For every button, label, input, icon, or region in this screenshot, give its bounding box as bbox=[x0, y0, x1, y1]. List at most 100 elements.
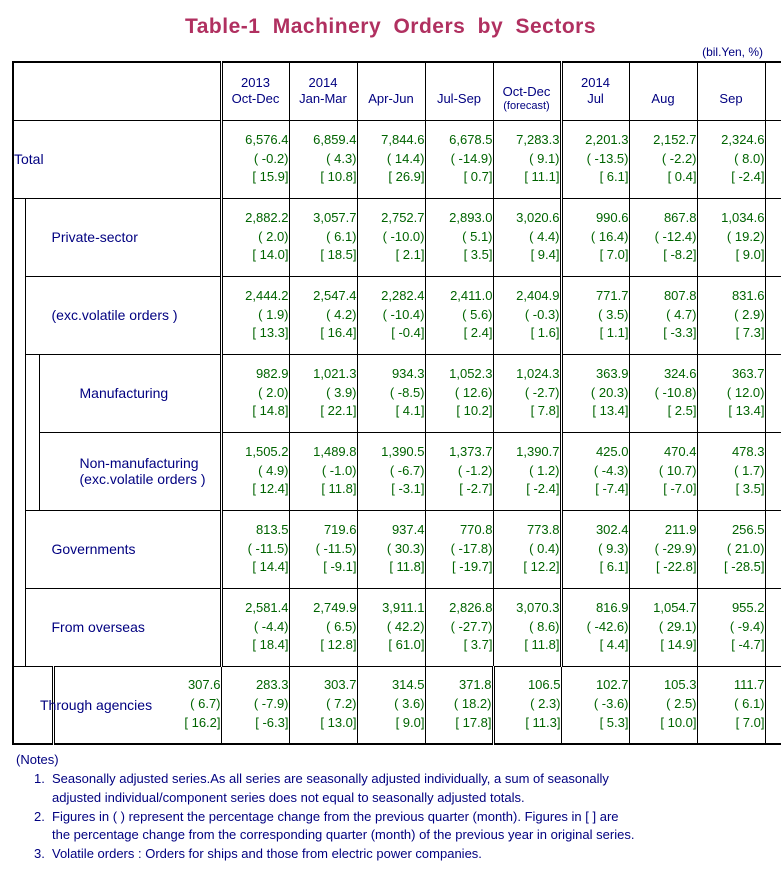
cell-qoq: ( 2.5) bbox=[666, 696, 697, 712]
cell-qoq: ( 8.0) bbox=[734, 150, 765, 166]
cell-value: 934.3 bbox=[391, 365, 425, 381]
cell-total-q5: 7,283.3 ( 9.1) [ 11.1] bbox=[492, 119, 562, 199]
cell-value: 1,373.7 bbox=[449, 443, 493, 459]
cell-value: 831.6 bbox=[731, 287, 765, 303]
cell-overseas-q3: 3,911.1 ( 42.2) [ 61.0] bbox=[356, 587, 426, 667]
cell-yoy: [ 10.0] bbox=[660, 715, 697, 731]
cell-private-m1: 990.6 ( 16.4) [ 7.0] bbox=[559, 197, 630, 277]
cell-qoq: ( -3.6) bbox=[593, 696, 629, 712]
cell-qoq: ( -6.7) bbox=[389, 462, 425, 478]
cell-excvol-q2: 2,547.4 ( 4.2) [ 16.4] bbox=[288, 275, 358, 355]
cell-total-m2: 2,152.7 ( -2.2) [ 0.4] bbox=[628, 119, 698, 199]
cell-value: 1,489.8 bbox=[313, 443, 357, 459]
cell-yoy: [ -2.4] bbox=[731, 169, 765, 185]
note-item-2-cont: the percentage change from the correspon… bbox=[52, 827, 635, 843]
cell-value: 2,749.9 bbox=[313, 599, 357, 615]
cell-mfg-m3: 363.7 ( 12.0) [ 13.4] bbox=[696, 353, 766, 433]
cell-mfg-m2: 324.6 ( -10.8) [ 2.5] bbox=[628, 353, 698, 433]
cell-value: 1,390.5 bbox=[381, 443, 425, 459]
header-col-quarter-4: Jul-Sep bbox=[424, 61, 494, 121]
cell-yoy: [ 13.4] bbox=[592, 403, 629, 419]
cell-overseas-m4: 910.9 ( -4.6) [ 2.6] bbox=[764, 587, 781, 667]
cell-value: 2,282.4 bbox=[381, 287, 425, 303]
cell-value: 778.0 bbox=[766, 287, 781, 306]
cell-yoy: [ 10.8] bbox=[320, 169, 357, 185]
cell-qoq: ( -10.0) bbox=[382, 228, 425, 244]
cell-yoy: [ 0.4] bbox=[667, 169, 697, 185]
cell-qoq: ( 30.3) bbox=[386, 540, 425, 556]
note-text: Seasonally adjusted series.As all series… bbox=[52, 770, 609, 786]
cell-qoq: ( 14.4) bbox=[386, 150, 425, 166]
cell-overseas-q4: 2,826.8 ( -27.7) [ 3.7] bbox=[424, 587, 494, 667]
cell-yoy: [ 11.8] bbox=[321, 481, 357, 497]
cell-qoq: ( -10.4) bbox=[382, 306, 425, 322]
cell-total-q3: 7,844.6 ( 14.4) [ 26.9] bbox=[356, 119, 426, 199]
cell-qoq: ( -4.6) bbox=[766, 618, 781, 637]
cell-yoy: [ 11.8] bbox=[389, 559, 425, 575]
cell-qoq: ( 42.2) bbox=[386, 618, 425, 634]
cell-yoy: [ 0.7] bbox=[463, 169, 493, 185]
cell-yoy: [ 3.5] bbox=[463, 247, 493, 263]
cell-yoy: [ 61.0] bbox=[388, 637, 425, 653]
table-row: Total 6,576.4 ( -0.2) [ 15.9] 6,859.4 ( … bbox=[12, 119, 781, 199]
cell-qoq: ( -12.4) bbox=[654, 228, 697, 244]
row-label-governments: Governments bbox=[24, 509, 222, 589]
cell-nonmfg-m3: 478.3 ( 1.7) [ 3.5] bbox=[696, 431, 766, 511]
header-period: Sep bbox=[719, 90, 743, 106]
cell-value: 314.5 bbox=[391, 677, 425, 693]
cell-yoy: [ 12.4] bbox=[252, 481, 289, 497]
cell-qoq: ( 4.8) bbox=[766, 540, 781, 559]
cell-qoq: ( -14.9) bbox=[450, 150, 493, 166]
cell-yoy: [ 11.3] bbox=[525, 715, 561, 731]
cell-value: 2,404.9 bbox=[516, 287, 560, 303]
cell-yoy: [ 9.0] bbox=[735, 247, 765, 263]
header-forecast-note: (forecast) bbox=[503, 100, 550, 112]
cell-excvol-q4: 2,411.0 ( 5.6) [ 2.4] bbox=[424, 275, 494, 355]
cell-overseas-q5: 3,070.3 ( 8.6) [ 11.8] bbox=[492, 587, 562, 667]
cell-nonmfg-q2: 1,489.8 ( -1.0) [ 11.8] bbox=[288, 431, 358, 511]
note-text: Figures in ( ) represent the percentage … bbox=[52, 808, 619, 824]
nest-rail-level-2 bbox=[24, 353, 40, 511]
cell-private-q1: 2,882.2 ( 2.0) [ 14.0] bbox=[219, 197, 290, 277]
cell-qoq: ( -7.5) bbox=[766, 462, 781, 481]
cell-qoq: ( 6.1) bbox=[734, 696, 765, 712]
table-page: Table-1 Machinery Orders by Sectors (bil… bbox=[0, 0, 781, 894]
cell-mfg-m1: 363.9 ( 20.3) [ 13.4] bbox=[559, 353, 630, 433]
cell-agencies-q5: 371.8 ( 18.2) [ 17.8] bbox=[424, 665, 494, 745]
header-period: Jan-Mar bbox=[299, 91, 347, 107]
table-row: Through agencies 307.6 ( 6.7) [ 16.2] 28… bbox=[12, 665, 781, 745]
cell-yoy: [ 13.4] bbox=[728, 403, 765, 419]
header-year-spacer bbox=[698, 76, 765, 91]
cell-yoy: [ 15.9] bbox=[252, 169, 289, 185]
cell-yoy: [ -4.7] bbox=[731, 637, 765, 653]
cell-qoq: ( 29.1) bbox=[658, 618, 697, 634]
cell-yoy: [ -19.7] bbox=[452, 559, 493, 575]
row-label-line1: Non-manufacturing bbox=[79, 455, 199, 471]
header-year-spacer bbox=[494, 69, 560, 84]
cell-qoq: ( 7.2) bbox=[326, 696, 357, 712]
row-label-from-overseas: From overseas bbox=[24, 587, 222, 667]
cell-qoq: ( 16.4) bbox=[590, 228, 629, 244]
notes-heading: (Notes) bbox=[16, 752, 59, 767]
cell-qoq: ( 2.0) bbox=[258, 228, 289, 244]
cell-qoq: ( -0.3) bbox=[524, 306, 560, 322]
cell-value: 2,547.4 bbox=[313, 287, 357, 303]
row-label-exc-volatile: (exc.volatile orders ) bbox=[24, 275, 222, 355]
cell-qoq: ( 9.3) bbox=[598, 540, 629, 556]
cell-qoq: ( 9.1) bbox=[529, 150, 560, 166]
cell-mfg-q2: 1,021.3 ( 3.9) [ 22.1] bbox=[288, 353, 358, 433]
header-period: Oct-Dec bbox=[231, 91, 280, 107]
header-col-quarter-3: Apr-Jun bbox=[356, 61, 426, 121]
header-period: Jul bbox=[587, 91, 604, 107]
cell-yoy: [ 11.8] bbox=[524, 637, 560, 653]
header-col-month-4: Oct bbox=[764, 61, 781, 121]
cell-qoq: ( 3.5) bbox=[598, 306, 629, 322]
cell-qoq: ( -27.7) bbox=[450, 618, 493, 634]
table-row: (exc.volatile orders ) 2,444.2 ( 1.9) [ … bbox=[13, 275, 781, 355]
cell-qoq: ( 3.9) bbox=[326, 384, 357, 400]
cell-agencies-q3: 303.7 ( 7.2) [ 13.0] bbox=[288, 665, 358, 745]
cell-private-m4: 953.2 ( -7.9) [ -5.0] bbox=[764, 197, 781, 277]
cell-qoq: ( -2.2) bbox=[661, 150, 697, 166]
cell-qoq: ( -4.3) bbox=[593, 462, 629, 478]
table-row: Governments 813.5 ( -11.5) [ 14.4] 719.6… bbox=[13, 509, 781, 589]
